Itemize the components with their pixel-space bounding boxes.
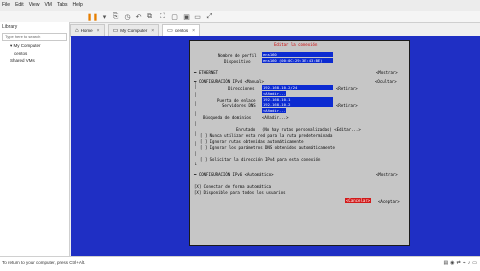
ignore-dns-checkbox[interactable]: [ ] Ignorar los parámetros DNS obtenidos… — [200, 145, 335, 150]
send-keys-icon[interactable]: ⎘ — [111, 12, 120, 21]
library-item-shared-vms[interactable]: Shared VMs — [0, 57, 69, 64]
toolbar: ❚❚ ▾ ⎘ ◷ ↶ ⧉ ⛶ ▢ ▣ ▭ ⤢ — [0, 11, 480, 23]
menu-help[interactable]: Help — [73, 2, 83, 8]
tab-bar: ⌂ Home × ▭ My Computer × ▭ centos × — [70, 24, 201, 37]
vmware-window: File Edit View VM Tabs Help ❚❚ ▾ ⎘ ◷ ↶ ⧉… — [0, 0, 480, 256]
addresses-label: Direcciones — [228, 86, 255, 91]
nmtui-dialog: Editar la conexión Nombre de perfil ens1… — [189, 40, 410, 246]
hdd-icon[interactable]: ▤ — [443, 260, 448, 266]
search-domains-add-button[interactable]: <Añadir...> — [262, 115, 289, 120]
menu-view[interactable]: View — [29, 2, 40, 8]
view-icon[interactable]: ▣ — [182, 12, 191, 21]
close-icon[interactable]: × — [151, 28, 154, 34]
library-item-my-computer[interactable]: ▾ My Computer — [0, 42, 69, 50]
menu-tabs[interactable]: Tabs — [57, 2, 68, 8]
dns-label: Servidores DNS — [222, 103, 256, 108]
manage-icon[interactable]: ⧉ — [145, 12, 154, 21]
menu-vm[interactable]: VM — [44, 2, 52, 8]
dns-add-button[interactable]: <Añadir...> — [262, 108, 286, 113]
ipv6-label: ═ CONFIGURACIÓN IPv6 <Automático> — [194, 172, 274, 177]
status-icons: ▤ ◉ ⇄ ⌁ ♪ ▭ — [443, 260, 477, 266]
dns-input[interactable]: 192.168.10.2 — [262, 102, 333, 107]
close-icon[interactable]: × — [97, 28, 100, 34]
console-icon[interactable]: ▭ — [193, 12, 202, 21]
menu-bar: File Edit View VM Tabs Help — [0, 0, 480, 11]
ipv6-show-button[interactable]: <Mostrar> — [376, 172, 398, 177]
library-title: Library — [2, 24, 18, 30]
network-icon[interactable]: ⇄ — [457, 260, 461, 266]
ethernet-label: ═ ETHERNET — [194, 70, 219, 75]
library-search-input[interactable]: Type here to search — [2, 33, 67, 41]
require-ipv4-checkbox[interactable]: [ ] Solicitar la dirección IPv4 para est… — [200, 157, 320, 162]
revert-icon[interactable]: ↶ — [134, 12, 143, 21]
usb-icon[interactable]: ⌁ — [463, 260, 466, 266]
cancel-button[interactable]: <Cancelar> — [345, 198, 372, 203]
accept-button[interactable]: <Aceptar> — [378, 199, 400, 204]
auto-connect-checkbox[interactable]: [X] Conectar de forma automática — [194, 184, 271, 189]
addresses-input[interactable]: 192.168.10.2/24 — [262, 85, 333, 90]
status-bar: To return to your computer, press Ctrl+A… — [0, 256, 480, 271]
addresses-add-button[interactable]: <Añadir...> — [262, 91, 286, 96]
menu-edit[interactable]: Edit — [15, 2, 24, 8]
ethernet-show-button[interactable]: <Mostrar> — [376, 70, 398, 75]
pause-icon[interactable]: ❚❚ — [87, 12, 99, 21]
device-input[interactable]: ens160 (00:0C:29:3E:43:BE) — [262, 58, 333, 63]
computer-icon: ▭ — [112, 28, 119, 34]
home-icon: ⌂ — [75, 27, 79, 34]
ipv4-hide-button[interactable]: <Ocultar> — [375, 79, 397, 84]
close-icon[interactable]: × — [192, 28, 195, 34]
library-item-centos[interactable]: centos — [0, 50, 69, 57]
vm-icon: ▭ — [167, 28, 173, 34]
snapshot-icon[interactable]: ◷ — [123, 12, 132, 21]
routing-edit-button[interactable]: (No hay rutas personalizadas) <Editar...… — [262, 127, 361, 132]
search-domains-label: Búsqueda de dominios — [203, 115, 252, 120]
library-panel: Library Type here to search ▾ My Compute… — [0, 22, 70, 256]
never-default-checkbox[interactable]: [ ] Nunca utilizar esta red para la ruta… — [200, 133, 332, 138]
stretch-icon[interactable]: ⤢ — [205, 12, 214, 21]
sound-icon[interactable]: ♪ — [468, 260, 471, 266]
profile-input[interactable]: ens160 — [262, 52, 333, 57]
menu-file[interactable]: File — [2, 2, 10, 8]
status-text: To return to your computer, press Ctrl+A… — [2, 260, 86, 265]
all-users-checkbox[interactable]: [X] Disponible para todos los usuarios — [194, 190, 286, 195]
device-label: Dispositivo — [224, 59, 251, 64]
routing-label: Enrutado — [236, 127, 256, 132]
profile-label: Nombre de perfil — [218, 53, 257, 58]
unity-icon[interactable]: ▢ — [170, 12, 179, 21]
fullscreen-icon[interactable]: ⛶ — [158, 12, 167, 21]
display-icon[interactable]: ▭ — [472, 260, 477, 266]
cdrom-icon[interactable]: ◉ — [450, 260, 454, 266]
ipv4-label: ╤ CONFIGURACIÓN IPv4 <Manual> — [194, 79, 264, 84]
vm-console[interactable]: Editar la conexión Nombre de perfil ens1… — [71, 36, 480, 256]
dns-remove-button[interactable]: <Retirar> — [336, 103, 358, 108]
addresses-remove-button[interactable]: <Retirar> — [336, 86, 358, 91]
dialog-title: Editar la conexión — [274, 42, 318, 47]
dropdown-icon[interactable]: ▾ — [100, 12, 109, 21]
ignore-routes-checkbox[interactable]: [ ] Ignorar rutas obtenidas automáticame… — [200, 139, 304, 144]
